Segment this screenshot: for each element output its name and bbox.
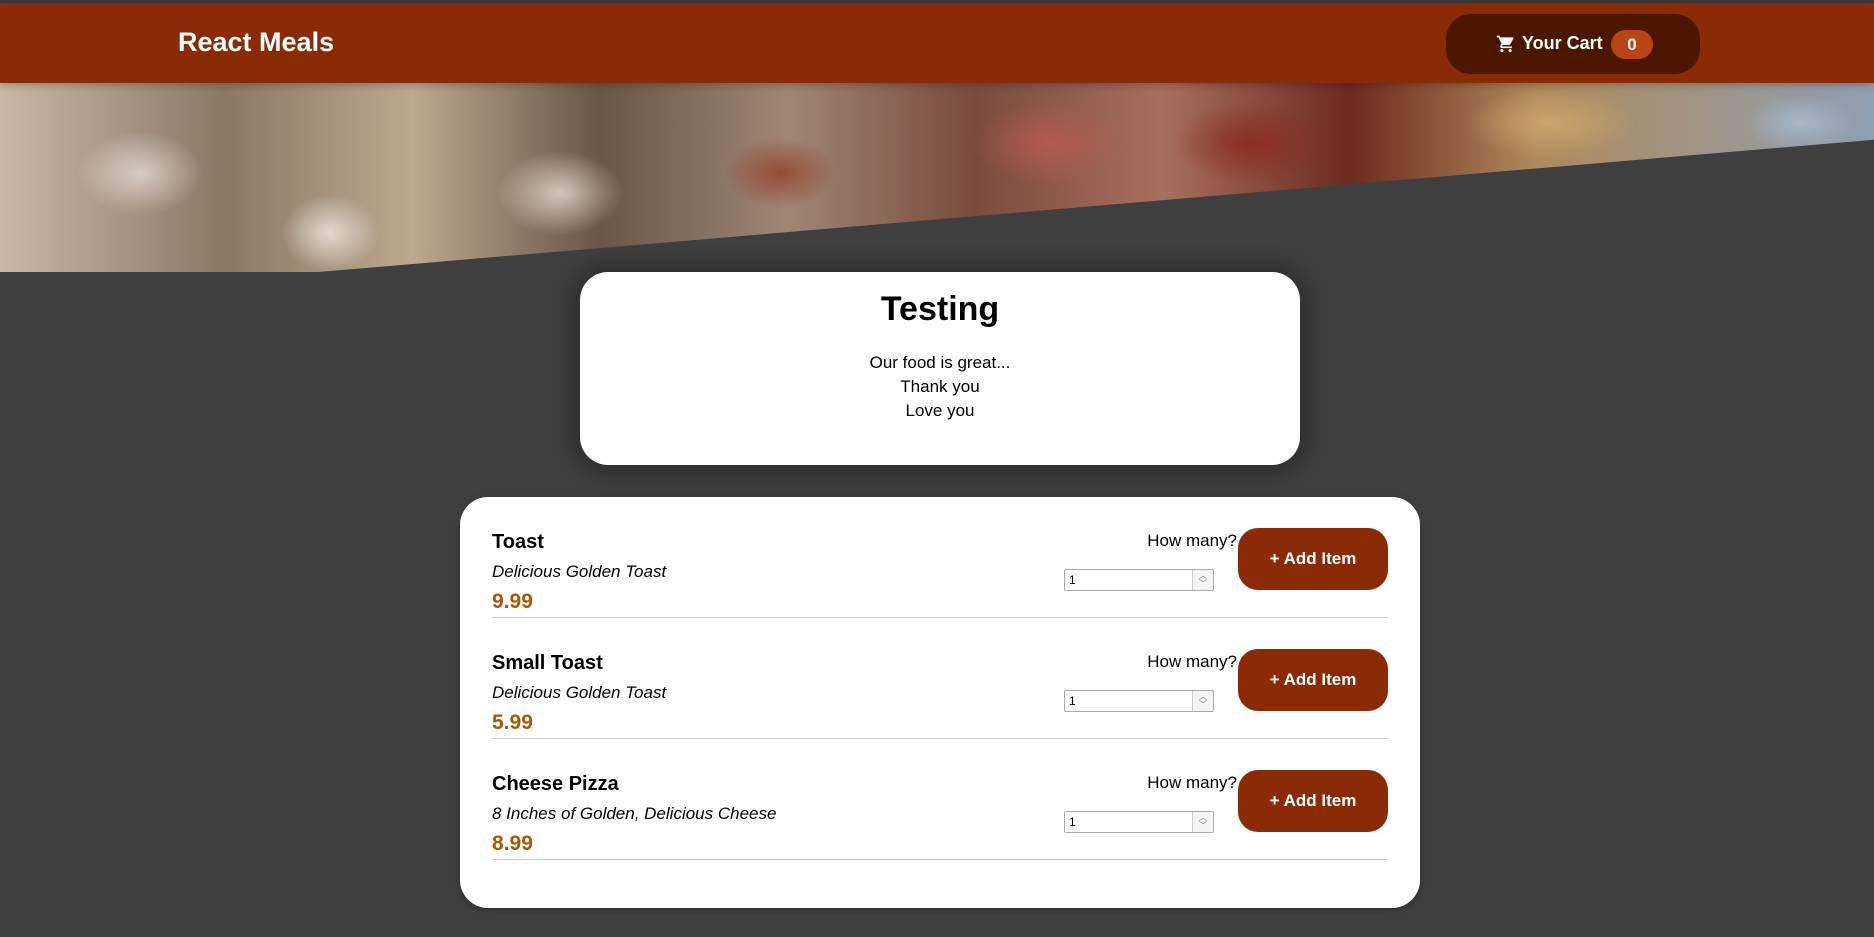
available-meals-card: Toast Delicious Golden Toast 9.99 How ma… <box>460 497 1420 908</box>
summary-line: Love you <box>905 401 975 420</box>
add-item-button[interactable]: + Add Item <box>1238 649 1388 711</box>
meal-item-small-toast: Small Toast Delicious Golden Toast 5.99 … <box>492 618 1388 739</box>
summary-title: Testing <box>880 290 1000 328</box>
meal-name: Cheese Pizza <box>492 773 619 795</box>
amount-label: How many? <box>1147 531 1237 550</box>
meal-name: Toast <box>492 531 544 553</box>
summary-text: Our food is great... Thank you Love you <box>580 351 1300 423</box>
add-item-button[interactable]: + Add Item <box>1238 528 1388 590</box>
meal-item-cheese-pizza: Cheese Pizza 8 Inches of Golden, Delicio… <box>492 739 1388 860</box>
meal-price: 8.99 <box>492 832 533 855</box>
summary-line: Thank you <box>900 377 980 396</box>
amount-stepper[interactable]: ︿ ﹀ <box>1192 691 1213 711</box>
meal-description: Delicious Golden Toast <box>492 562 667 581</box>
amount-label: How many? <box>1147 652 1237 671</box>
meal-description: Delicious Golden Toast <box>492 683 667 702</box>
cart-label: Your Cart <box>1522 33 1603 53</box>
meal-price: 5.99 <box>492 711 533 734</box>
brand-title: React Meals <box>178 27 335 57</box>
meal-name: Small Toast <box>492 652 603 674</box>
meal-price: 9.99 <box>492 590 533 613</box>
cart-button[interactable]: Your Cart 0 <box>1446 14 1700 74</box>
summary-line: Our food is great... <box>869 353 1011 372</box>
cart-count-badge: 0 <box>1611 30 1653 59</box>
amount-stepper[interactable]: ︿ ﹀ <box>1192 812 1213 832</box>
chevron-down-icon[interactable]: ﹀ <box>1199 822 1207 830</box>
amount-label: How many? <box>1147 773 1237 792</box>
add-item-button[interactable]: + Add Item <box>1238 770 1388 832</box>
amount-stepper[interactable]: ︿ ﹀ <box>1192 570 1213 590</box>
meal-description: 8 Inches of Golden, Delicious Cheese <box>492 804 777 823</box>
app-header: React Meals Your Cart 0 <box>0 3 1874 83</box>
cart-icon <box>1496 35 1514 53</box>
chevron-down-icon[interactable]: ﹀ <box>1199 580 1207 588</box>
meal-item-toast: Toast Delicious Golden Toast 9.99 How ma… <box>492 497 1388 618</box>
meals-summary: Testing Our food is great... Thank you L… <box>580 272 1300 465</box>
chevron-down-icon[interactable]: ﹀ <box>1199 701 1207 709</box>
hero-meals-image <box>0 83 1874 272</box>
